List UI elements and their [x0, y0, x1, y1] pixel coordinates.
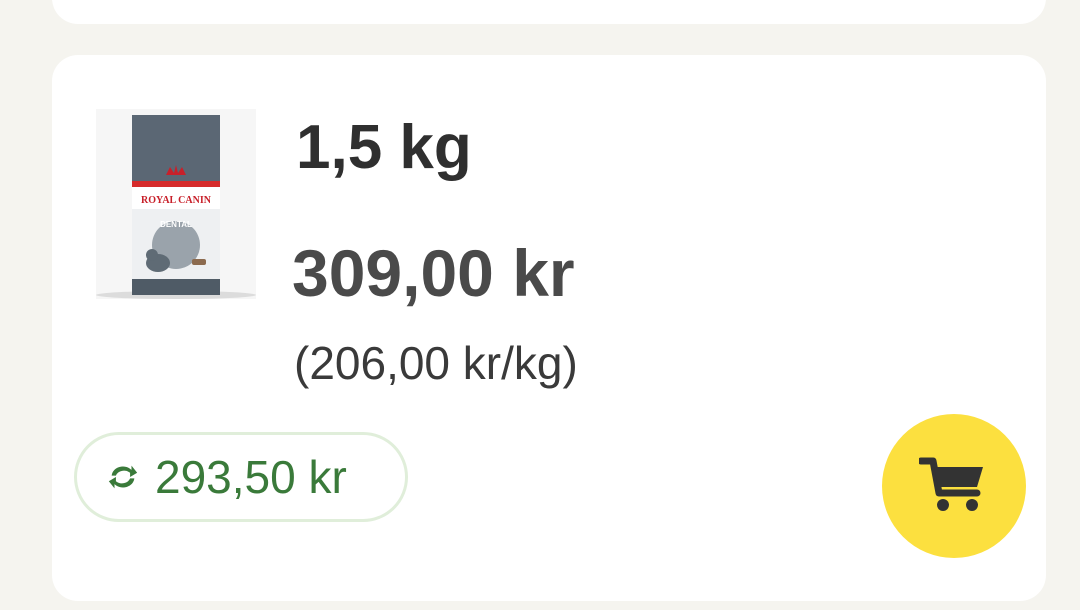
product-image[interactable]: ROYAL CANIN DENTAL — [96, 109, 256, 299]
previous-product-card — [52, 0, 1046, 24]
cart-icon — [917, 453, 989, 520]
product-bag-illustration: ROYAL CANIN DENTAL — [96, 115, 256, 299]
sync-icon — [105, 459, 141, 495]
subscription-price-button[interactable]: 293,50 kr — [74, 432, 408, 522]
variant-text: DENTAL — [160, 220, 192, 229]
unit-price: (206,00 kr/kg) — [294, 337, 578, 389]
product-price: 309,00 kr — [292, 236, 575, 310]
subscription-price: 293,50 kr — [155, 451, 347, 503]
product-card: ROYAL CANIN DENTAL 1,5 kg 309,00 kr (206… — [52, 55, 1046, 601]
brand-logo-text: ROYAL CANIN — [141, 195, 212, 206]
add-to-cart-button[interactable] — [882, 414, 1026, 558]
product-size: 1,5 kg — [296, 113, 472, 182]
